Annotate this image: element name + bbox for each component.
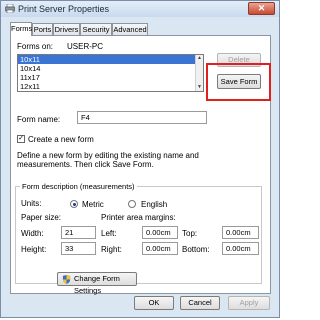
create-new-form-label: Create a new form (28, 135, 94, 144)
forms-on-label: Forms on: (17, 42, 54, 51)
close-button[interactable]: ✕ (248, 2, 275, 15)
width-label: Width: (21, 229, 44, 238)
metric-radio[interactable] (70, 200, 78, 208)
width-field[interactable]: 21 (61, 226, 96, 239)
list-item[interactable]: 11x17 (18, 73, 203, 82)
units-label: Units: (21, 199, 42, 208)
right-margin-label: Right: (101, 245, 122, 254)
printer-margins-label: Printer area margins: (101, 213, 176, 222)
ok-button[interactable]: OK (134, 296, 174, 310)
cancel-button[interactable]: Cancel (180, 296, 220, 310)
left-margin-field[interactable]: 0.00cm (142, 226, 178, 239)
scroll-up-icon[interactable]: ▲ (196, 55, 203, 62)
tab-security[interactable]: Security (80, 23, 112, 35)
top-margin-field[interactable]: 0.00cm (222, 226, 259, 239)
measurements-group-title: Form description (measurements) (20, 182, 137, 191)
left-margin-label: Left: (101, 229, 117, 238)
tab-forms[interactable]: Forms (10, 22, 32, 36)
apply-button[interactable]: Apply (228, 296, 270, 310)
tab-advanced[interactable]: Advanced (112, 23, 148, 35)
help-text-line2: measurements. Then click Save Form. (17, 160, 154, 169)
bottom-margin-label: Bottom: (182, 245, 210, 254)
list-item[interactable]: 10x11 (18, 55, 203, 64)
bottom-margin-field[interactable]: 0.00cm (222, 242, 259, 255)
list-scrollbar[interactable]: ▲ ▼ (195, 55, 203, 91)
change-form-settings-button[interactable]: Change Form Settings (57, 272, 137, 295)
form-name-field[interactable]: F4 (77, 111, 207, 124)
scroll-down-icon[interactable]: ▼ (196, 84, 203, 91)
metric-label: Metric (82, 200, 104, 209)
paper-size-label: Paper size: (21, 213, 62, 222)
printer-icon (5, 4, 15, 13)
top-margin-label: Top: (182, 229, 198, 238)
help-text-line1: Define a new form by editing the existin… (17, 151, 199, 160)
form-name-label: Form name: (17, 115, 61, 124)
list-item[interactable]: 12x11 (18, 82, 203, 91)
tab-ports[interactable]: Ports (32, 23, 53, 35)
window-title: Print Server Properties (18, 4, 110, 14)
height-label: Height: (21, 245, 47, 254)
forms-list[interactable]: 10x11 10x14 11x17 12x11 ▲ ▼ (17, 54, 204, 92)
create-new-form-checkbox[interactable]: ✓ (17, 135, 25, 143)
server-name: USER-PC (67, 42, 104, 51)
list-item[interactable]: 10x14 (18, 64, 203, 73)
title-bar: Print Server Properties ✕ (1, 1, 279, 17)
shield-icon (62, 275, 71, 284)
change-form-settings-label: Change Form Settings (74, 274, 120, 295)
save-form-button[interactable]: Save Form (217, 74, 261, 89)
height-field[interactable]: 33 (61, 242, 96, 255)
english-radio[interactable] (128, 200, 136, 208)
tab-drivers[interactable]: Drivers (53, 23, 80, 35)
right-margin-field[interactable]: 0.00cm (142, 242, 178, 255)
english-label: English (141, 200, 168, 209)
